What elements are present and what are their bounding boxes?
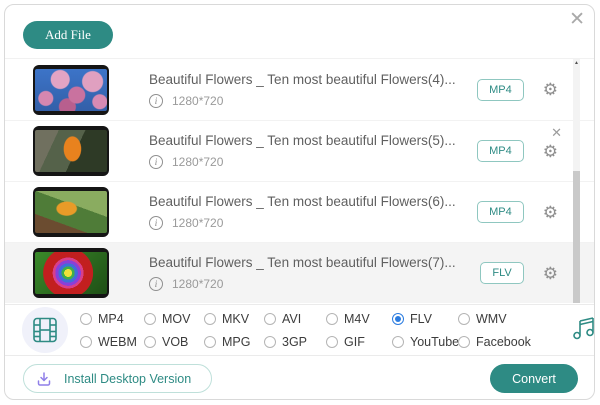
format-badge[interactable]: MP4 — [477, 140, 524, 162]
video-thumbnail — [33, 64, 109, 115]
settings-gear-icon[interactable]: ⚙ — [543, 204, 558, 221]
radio-icon — [144, 335, 156, 348]
radio-icon — [326, 312, 338, 325]
video-title: Beautiful Flowers _ Ten most beautiful F… — [149, 71, 456, 87]
radio-icon — [264, 335, 276, 348]
format-badge[interactable]: FLV — [480, 262, 524, 284]
video-resolution: 1280*720 — [172, 277, 224, 291]
radio-icon — [392, 335, 404, 348]
file-row[interactable]: Beautiful Flowers _ Ten most beautiful F… — [5, 181, 594, 242]
file-list: Beautiful Flowers _ Ten most beautiful F… — [5, 58, 594, 304]
format-option-mkv[interactable]: MKV — [204, 311, 264, 327]
video-title: Beautiful Flowers _ Ten most beautiful F… — [149, 194, 456, 209]
format-option-webm[interactable]: WEBM — [80, 334, 144, 350]
format-option-m4v[interactable]: M4V — [326, 311, 392, 327]
remove-file-icon[interactable]: ✕ — [551, 125, 562, 141]
radio-icon — [264, 312, 276, 325]
format-option-wmv[interactable]: WMV — [458, 311, 542, 327]
radio-icon — [80, 335, 92, 348]
video-title: Beautiful Flowers _ Ten most beautiful F… — [149, 255, 456, 270]
scrollbar[interactable]: ▲ — [573, 59, 580, 303]
add-file-button[interactable]: Add File — [23, 21, 113, 49]
info-icon: i — [149, 155, 163, 169]
music-note-icon — [573, 316, 594, 339]
radio-icon — [204, 312, 216, 325]
close-icon[interactable]: ✕ — [569, 10, 585, 29]
scrollbar-thumb[interactable] — [573, 171, 580, 303]
info-icon: i — [149, 216, 163, 230]
scrollbar-up-arrow[interactable]: ▲ — [573, 60, 580, 66]
format-option-vob[interactable]: VOB — [144, 334, 204, 350]
radio-icon — [144, 312, 156, 325]
video-title: Beautiful Flowers _ Ten most beautiful F… — [149, 133, 456, 148]
output-format-bar: MP4 MOV MKV AVI M4V FLV WMV WEBM VOB MPG… — [5, 304, 594, 356]
radio-icon — [204, 335, 216, 348]
download-icon — [37, 371, 51, 386]
settings-gear-icon[interactable]: ⚙ — [543, 265, 558, 282]
file-row-selected[interactable]: Beautiful Flowers _ Ten most beautiful F… — [5, 242, 594, 303]
radio-icon — [326, 335, 338, 348]
settings-gear-icon[interactable]: ⚙ — [543, 81, 558, 98]
format-option-avi[interactable]: AVI — [264, 311, 326, 327]
format-options-grid: MP4 MOV MKV AVI M4V FLV WMV WEBM VOB MPG… — [80, 311, 542, 350]
video-thumbnail — [33, 248, 109, 298]
header: Add File ✕ — [5, 5, 594, 58]
format-badge[interactable]: MP4 — [477, 78, 524, 101]
convert-button[interactable]: Convert — [490, 364, 578, 393]
radio-icon — [80, 312, 92, 325]
format-option-3gp[interactable]: 3GP — [264, 334, 326, 350]
radio-icon — [458, 312, 470, 325]
video-resolution: 1280*720 — [172, 155, 224, 169]
install-desktop-label: Install Desktop Version — [64, 371, 192, 386]
video-thumbnail — [33, 187, 109, 237]
converter-dialog: Add File ✕ Beautiful Flowers _ Ten most … — [4, 4, 595, 400]
format-option-facebook[interactable]: Facebook — [458, 334, 542, 350]
video-resolution: 1280*720 — [172, 216, 224, 230]
format-badge[interactable]: MP4 — [477, 201, 524, 223]
file-row[interactable]: Beautiful Flowers _ Ten most beautiful F… — [5, 59, 594, 120]
format-option-mov[interactable]: MOV — [144, 311, 204, 327]
footer-bar: Install Desktop Version Convert — [5, 356, 594, 399]
video-formats-icon-wrap — [22, 307, 68, 353]
format-option-gif[interactable]: GIF — [326, 334, 392, 350]
radio-selected-icon — [392, 312, 404, 325]
radio-icon — [458, 335, 470, 348]
settings-gear-icon[interactable]: ⚙ — [543, 143, 558, 160]
film-strip-icon — [33, 317, 57, 343]
video-resolution: 1280*720 — [172, 93, 224, 108]
info-icon: i — [149, 93, 163, 108]
file-row[interactable]: ✕ Beautiful Flowers _ Ten most beautiful… — [5, 120, 594, 181]
format-option-youtube[interactable]: YouTube — [392, 334, 459, 350]
info-icon: i — [149, 277, 163, 291]
format-option-mpg[interactable]: MPG — [204, 334, 264, 350]
video-thumbnail — [33, 126, 109, 176]
format-option-mp4[interactable]: MP4 — [80, 311, 144, 327]
install-desktop-button[interactable]: Install Desktop Version — [23, 364, 213, 393]
audio-formats-toggle[interactable] — [570, 314, 594, 347]
format-option-flv-selected[interactable]: FLV — [392, 311, 458, 327]
